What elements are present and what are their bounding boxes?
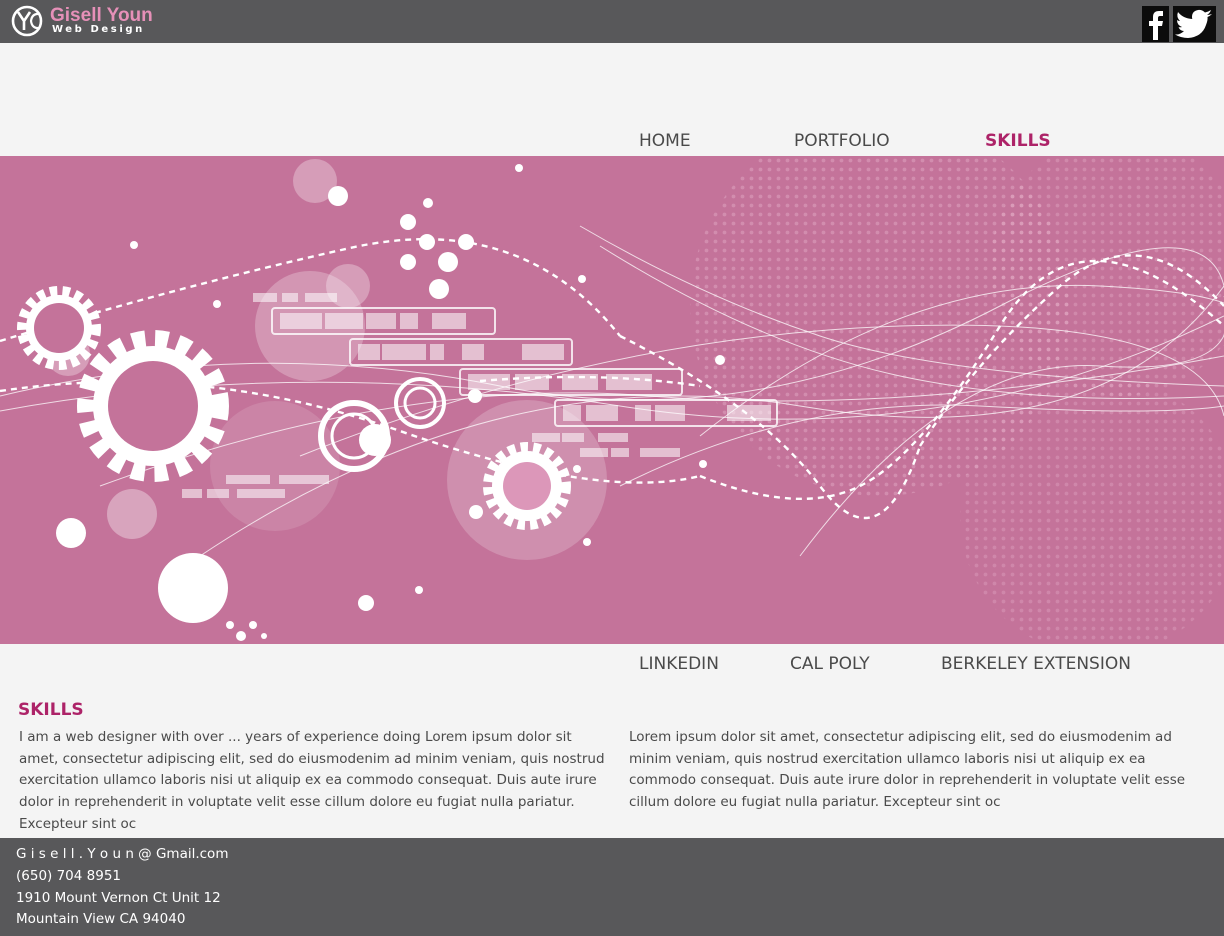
- logo-subtitle: Web Design: [52, 24, 145, 35]
- banner-illustration: [0, 156, 1224, 644]
- hero-banner: [0, 156, 1224, 644]
- nav-skills[interactable]: SKILLS: [985, 131, 1051, 151]
- footer: G i s e l l . Y o u n @ Gmail.com (650) …: [0, 838, 1224, 936]
- nav-portfolio[interactable]: PORTFOLIO: [794, 131, 890, 151]
- facebook-link[interactable]: [1142, 6, 1169, 42]
- nav-berkeley-extension[interactable]: BERKELEY EXTENSION: [941, 654, 1131, 674]
- footer-address-line2: Mountain View CA 94040: [16, 911, 186, 927]
- footer-address-line1: 1910 Mount Vernon Ct Unit 12: [16, 890, 221, 906]
- top-bar: Gisell Youn Web Design: [0, 0, 1224, 43]
- logo-mark-icon: [11, 5, 43, 37]
- twitter-icon: [1175, 9, 1212, 38]
- logo-name: Gisell Youn: [50, 5, 153, 26]
- nav-linkedin[interactable]: LINKEDIN: [639, 654, 719, 674]
- facebook-icon: [1149, 11, 1163, 40]
- body-text-left: I am a web designer with over ... years …: [19, 729, 605, 832]
- body-text-right: Lorem ipsum dolor sit amet, consectetur …: [629, 729, 1186, 811]
- twitter-link[interactable]: [1173, 6, 1216, 42]
- section-title: SKILLS: [18, 700, 84, 720]
- nav-home[interactable]: HOME: [639, 131, 691, 151]
- footer-email[interactable]: G i s e l l . Y o u n @ Gmail.com: [16, 845, 228, 863]
- nav-cal-poly[interactable]: CAL POLY: [790, 654, 870, 674]
- footer-phone: (650) 704 8951: [16, 868, 122, 884]
